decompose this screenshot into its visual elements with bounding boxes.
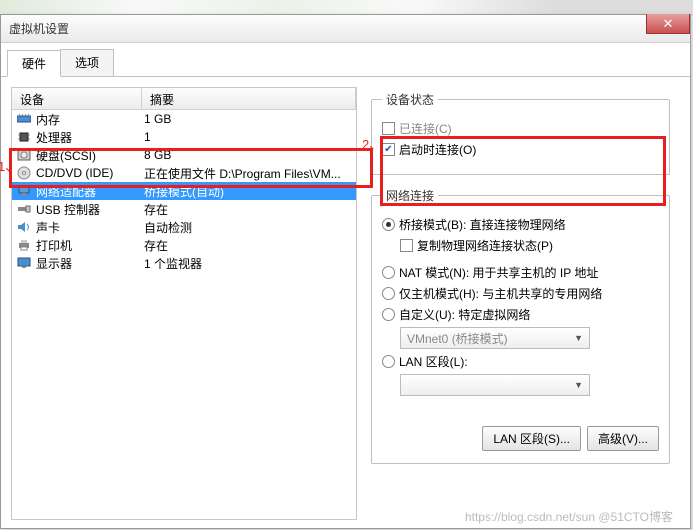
device-summary: 1 GB xyxy=(144,112,352,126)
vmnet-combo: VMnet0 (桥接模式) ▼ xyxy=(400,327,590,349)
nat-radio[interactable] xyxy=(382,266,395,279)
device-summary: 桥接模式(自动) xyxy=(144,183,352,200)
tab-bar: 硬件 选项 xyxy=(1,43,690,77)
cpu-icon xyxy=(16,129,32,145)
device-row[interactable]: 硬盘(SCSI)8 GB xyxy=(12,146,356,164)
device-summary: 8 GB xyxy=(144,148,352,162)
device-row[interactable]: 网络适配器桥接模式(自动) xyxy=(12,182,356,200)
cd-icon xyxy=(16,165,32,181)
printer-icon xyxy=(16,237,32,253)
connected-checkbox xyxy=(382,122,395,135)
advanced-button[interactable]: 高级(V)... xyxy=(587,426,659,451)
device-summary: 正在使用文件 D:\Program Files\VM... xyxy=(144,165,352,182)
bridged-label: 桥接模式(B): 直接连接物理网络 xyxy=(399,216,566,233)
titlebar: 虚拟机设置 ✕ xyxy=(1,15,690,43)
device-name: 显示器 xyxy=(36,255,144,272)
device-name: 处理器 xyxy=(36,129,144,146)
device-name: USB 控制器 xyxy=(36,201,144,218)
memory-icon xyxy=(16,111,32,127)
usb-icon xyxy=(16,201,32,217)
device-list: 设备 摘要 内存1 GB处理器1硬盘(SCSI)8 GBCD/DVD (IDE)… xyxy=(11,87,357,520)
header-device: 设备 xyxy=(12,88,142,109)
hostonly-label: 仅主机模式(H): 与主机共享的专用网络 xyxy=(399,285,602,302)
connect-on-power-checkbox[interactable]: ✔ xyxy=(382,143,395,156)
device-summary: 存在 xyxy=(144,237,352,254)
device-summary: 自动检测 xyxy=(144,219,352,236)
list-header: 设备 摘要 xyxy=(12,88,356,110)
network-legend: 网络连接 xyxy=(382,187,438,204)
custom-label: 自定义(U): 特定虚拟网络 xyxy=(399,306,530,323)
header-summary: 摘要 xyxy=(142,88,356,109)
net-icon xyxy=(16,183,32,199)
annotation-2: 2、 xyxy=(362,134,382,153)
device-row[interactable]: 声卡自动检测 xyxy=(12,218,356,236)
device-summary: 1 xyxy=(144,130,352,144)
nat-label: NAT 模式(N): 用于共享主机的 IP 地址 xyxy=(399,264,598,281)
details-panel: 设备状态 已连接(C) ✔ 启动时连接(O) 网络连接 桥接模式(B): 直接连… xyxy=(367,87,680,520)
network-connection-group: 网络连接 桥接模式(B): 直接连接物理网络 复制物理网络连接状态(P) NAT… xyxy=(371,187,670,464)
device-name: CD/DVD (IDE) xyxy=(36,166,144,180)
chevron-down-icon: ▼ xyxy=(574,333,583,343)
vmnet-value: VMnet0 (桥接模式) xyxy=(407,330,508,347)
device-row[interactable]: USB 控制器存在 xyxy=(12,200,356,218)
custom-radio[interactable] xyxy=(382,308,395,321)
connect-on-power-label: 启动时连接(O) xyxy=(399,141,476,158)
device-row[interactable]: 内存1 GB xyxy=(12,110,356,128)
device-name: 声卡 xyxy=(36,219,144,236)
device-name: 打印机 xyxy=(36,237,144,254)
window-title: 虚拟机设置 xyxy=(9,20,69,37)
device-name: 网络适配器 xyxy=(36,183,144,200)
watermark: https://blog.csdn.net/sun @51CTO博客 xyxy=(465,508,673,525)
device-summary: 存在 xyxy=(144,201,352,218)
bridged-radio[interactable] xyxy=(382,218,395,231)
lan-combo: ▼ xyxy=(400,374,590,396)
device-name: 硬盘(SCSI) xyxy=(36,147,144,164)
connected-label: 已连接(C) xyxy=(399,120,452,137)
display-icon xyxy=(16,255,32,271)
close-button[interactable]: ✕ xyxy=(646,14,690,34)
lan-segments-button[interactable]: LAN 区段(S)... xyxy=(482,426,581,451)
replicate-checkbox[interactable] xyxy=(400,239,413,252)
device-row[interactable]: 处理器1 xyxy=(12,128,356,146)
replicate-label: 复制物理网络连接状态(P) xyxy=(417,237,553,254)
device-summary: 1 个监视器 xyxy=(144,255,352,272)
device-name: 内存 xyxy=(36,111,144,128)
hostonly-radio[interactable] xyxy=(382,287,395,300)
tab-options[interactable]: 选项 xyxy=(60,49,114,76)
device-row[interactable]: 显示器1 个监视器 xyxy=(12,254,356,272)
device-status-legend: 设备状态 xyxy=(382,91,438,108)
settings-window: 虚拟机设置 ✕ 硬件 选项 设备 摘要 内存1 GB处理器1硬盘(SCSI)8 … xyxy=(0,14,691,529)
device-row[interactable]: CD/DVD (IDE)正在使用文件 D:\Program Files\VM..… xyxy=(12,164,356,182)
lan-radio[interactable] xyxy=(382,355,395,368)
tab-hardware[interactable]: 硬件 xyxy=(7,50,61,77)
sound-icon xyxy=(16,219,32,235)
annotation-1: 1、 xyxy=(0,156,18,175)
device-row[interactable]: 打印机存在 xyxy=(12,236,356,254)
lan-label: LAN 区段(L): xyxy=(399,353,468,370)
hdd-icon xyxy=(16,147,32,163)
device-status-group: 设备状态 已连接(C) ✔ 启动时连接(O) xyxy=(371,91,670,175)
chevron-down-icon: ▼ xyxy=(574,380,583,390)
